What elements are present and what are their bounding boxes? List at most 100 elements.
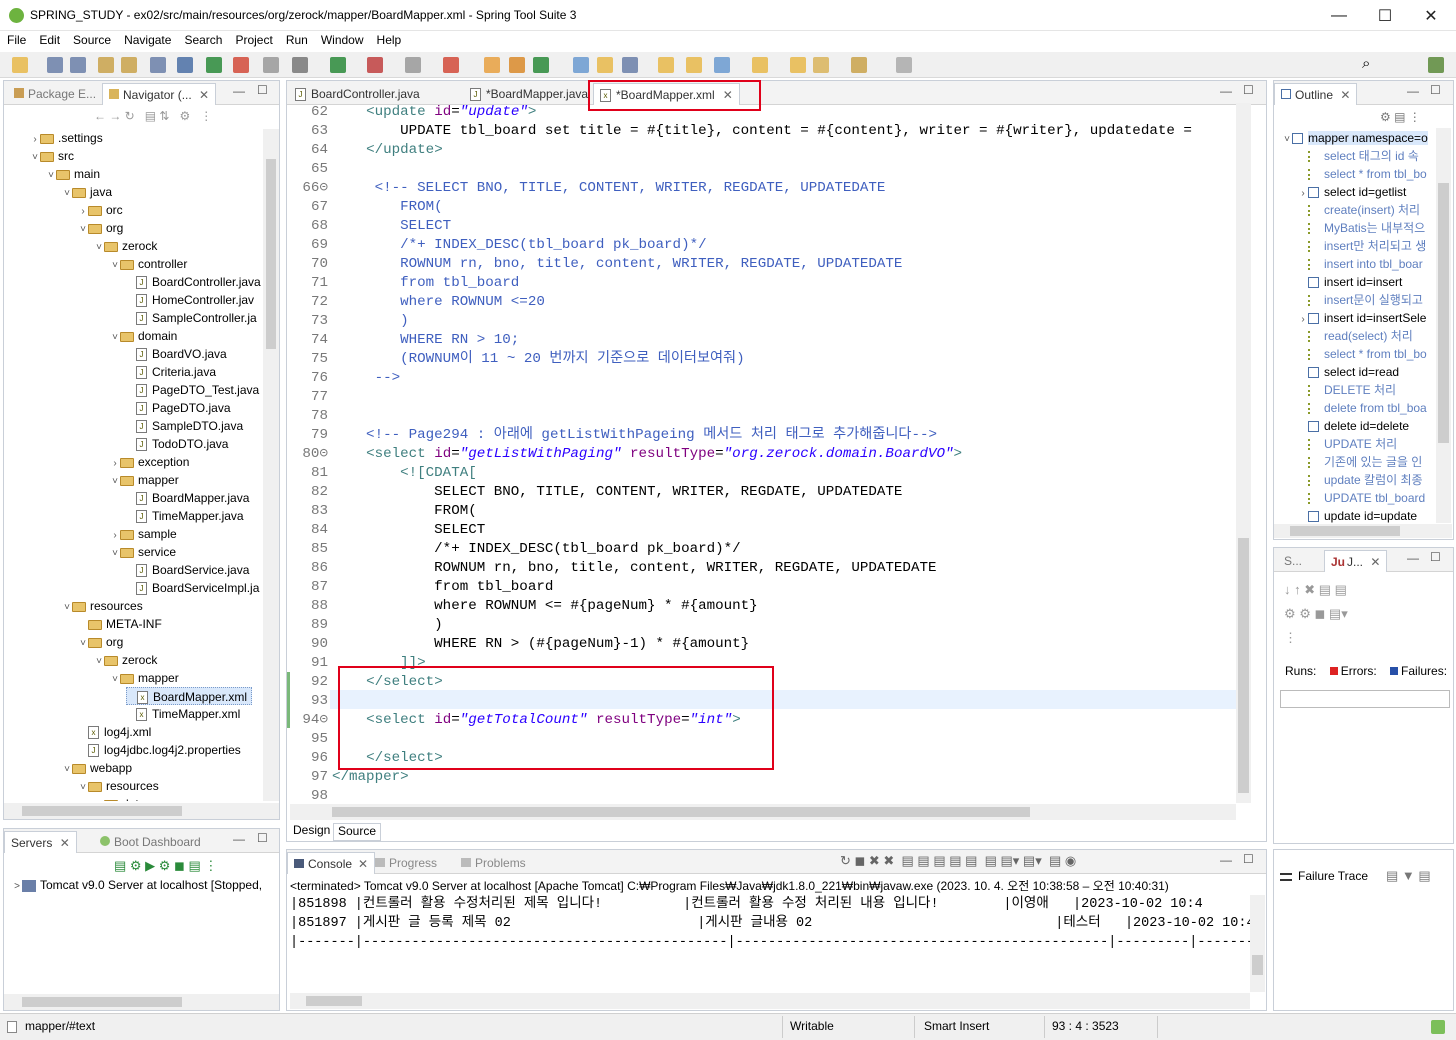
outline-item[interactable]: DELETE 처리 bbox=[1298, 381, 1396, 399]
code-line[interactable]: WHERE RN > (#{pageNum}-1) * #{amount} bbox=[332, 635, 749, 654]
toolbar-button-icon[interactable] bbox=[206, 57, 222, 73]
code-line[interactable]: /*+ INDEX_DESC(tbl_board pk_board)*/ bbox=[332, 540, 741, 559]
toolbar-button-icon[interactable] bbox=[177, 57, 193, 73]
tree-item[interactable]: J Criteria.java bbox=[126, 363, 216, 381]
toolbar-button-icon[interactable] bbox=[263, 57, 279, 73]
maximize-editor-icon[interactable]: ☐ bbox=[1243, 83, 1254, 97]
maximize-view-icon[interactable]: ☐ bbox=[1430, 83, 1441, 97]
chevron-icon[interactable]: ˅ bbox=[30, 149, 40, 167]
code-line[interactable]: where ROWNUM <= #{pageNum} * #{amount} bbox=[332, 597, 758, 616]
outline-item[interactable]: insert id=insert bbox=[1298, 273, 1402, 291]
close-icon[interactable]: ✕ bbox=[358, 857, 368, 871]
toolbar-button-icon[interactable] bbox=[292, 57, 308, 73]
toolbar-button-icon[interactable] bbox=[790, 57, 806, 73]
menu-navigate[interactable]: Navigate bbox=[117, 31, 177, 47]
toolbar-button-icon[interactable] bbox=[622, 57, 638, 73]
tree-item[interactable]: J BoardVO.java bbox=[126, 345, 227, 363]
chevron-icon[interactable]: ˅ bbox=[78, 779, 88, 797]
code-line[interactable]: <!-- Page294 : 아래에 getListWithPageing 메서… bbox=[332, 426, 937, 445]
chevron-icon[interactable]: ˅ bbox=[1282, 131, 1292, 149]
menu-file[interactable]: File bbox=[0, 31, 32, 47]
servers-hscrollbar[interactable] bbox=[4, 994, 279, 1010]
tree-item[interactable]: ˅ zerock bbox=[94, 237, 157, 255]
outline-item[interactable]: UPDATE 처리 bbox=[1298, 435, 1397, 453]
menu-source[interactable]: Source bbox=[66, 31, 117, 47]
tree-item[interactable]: › .settings bbox=[30, 129, 102, 147]
tab-console[interactable]: Console ✕ bbox=[287, 852, 376, 874]
tree-item[interactable]: META-INF bbox=[78, 615, 162, 633]
minimize-view-icon[interactable]: — bbox=[1220, 853, 1232, 867]
tree-item-selected[interactable]: x BoardMapper.xml bbox=[126, 687, 253, 705]
menu-project[interactable]: Project bbox=[228, 31, 278, 47]
tree-item[interactable]: J PageDTO.java bbox=[126, 399, 231, 417]
outline-item[interactable]: insert만 처리되고 생 bbox=[1298, 237, 1426, 255]
toolbar-button-icon[interactable] bbox=[47, 57, 63, 73]
outline-item[interactable]: UPDATE tbl_board bbox=[1298, 489, 1425, 507]
outline-hscrollbar[interactable] bbox=[1274, 524, 1452, 538]
status-insert-mode[interactable]: Smart Insert bbox=[924, 1019, 989, 1033]
tree-item[interactable]: ˅ resources bbox=[62, 597, 143, 615]
outline-vscrollbar[interactable] bbox=[1436, 128, 1451, 523]
code-line[interactable]: from tbl_board bbox=[332, 274, 519, 293]
tree-item[interactable]: J SampleController.ja bbox=[126, 309, 257, 327]
tree-item[interactable]: J BoardMapper.java bbox=[126, 489, 249, 507]
tab-navigator[interactable]: Navigator (... ✕ bbox=[102, 83, 217, 105]
toolbar-button-icon[interactable] bbox=[98, 57, 114, 73]
outline-item[interactable]: select * from tbl_bo bbox=[1298, 345, 1427, 363]
toolbar-button-icon[interactable] bbox=[597, 57, 613, 73]
menu-run[interactable]: Run bbox=[279, 31, 314, 47]
editor-vscrollbar[interactable] bbox=[1236, 103, 1251, 803]
code-line[interactable]: FROM( bbox=[332, 502, 477, 521]
tree-hscrollbar[interactable] bbox=[4, 803, 279, 819]
tree-item[interactable]: ˅ controller bbox=[110, 255, 187, 273]
tree-item[interactable]: ˅ java bbox=[62, 183, 112, 201]
tree-item[interactable]: ˅ mapper bbox=[110, 471, 179, 489]
tree-item[interactable]: x log4j.xml bbox=[78, 723, 151, 741]
chevron-icon[interactable]: ˅ bbox=[94, 653, 104, 671]
code-line[interactable]: (ROWNUM이 11 ~ 20 번까지 기준으로 데이터보여줘) bbox=[332, 350, 745, 369]
chevron-icon[interactable]: ˅ bbox=[46, 167, 56, 185]
tree-item[interactable]: ˅ src bbox=[30, 147, 74, 165]
tab-servers[interactable]: Servers ✕ bbox=[4, 831, 77, 853]
toolbar-button-icon[interactable] bbox=[405, 57, 421, 73]
code-line[interactable]: <update id="update"> bbox=[332, 103, 536, 122]
console-hscrollbar[interactable] bbox=[290, 993, 1250, 1009]
tab-spring[interactable]: S... bbox=[1278, 550, 1308, 572]
maximize-view-icon[interactable]: ☐ bbox=[1430, 550, 1441, 564]
tab-problems[interactable]: Problems bbox=[455, 852, 532, 874]
code-line[interactable]: SELECT BNO, TITLE, CONTENT, WRITER, REGD… bbox=[332, 483, 902, 502]
search-icon[interactable]: ⌕ bbox=[1362, 55, 1370, 72]
code-line[interactable]: SELECT bbox=[332, 521, 485, 540]
tree-item[interactable]: x TimeMapper.xml bbox=[126, 705, 240, 723]
tab-boot-dashboard[interactable]: Boot Dashboard bbox=[94, 831, 207, 853]
code-line[interactable]: </update> bbox=[332, 141, 443, 160]
code-line[interactable]: ROWNUM rn, bno, title, content, WRITER, … bbox=[332, 255, 902, 274]
outline-root[interactable]: ˅ mapper namespace=o bbox=[1282, 129, 1428, 147]
code-line[interactable]: /*+ INDEX_DESC(tbl_board pk_board)*/ bbox=[332, 236, 707, 255]
toolbar-button-icon[interactable] bbox=[533, 57, 549, 73]
tree-scrollbar[interactable] bbox=[263, 129, 279, 801]
tab-progress[interactable]: Progress bbox=[369, 852, 443, 874]
toolbar-button-icon[interactable] bbox=[70, 57, 86, 73]
tab-outline[interactable]: Outline ✕ bbox=[1274, 83, 1358, 105]
minimize-view-icon[interactable]: — bbox=[1407, 84, 1419, 98]
outline-item[interactable]: select id=read bbox=[1298, 363, 1399, 381]
tree-item[interactable]: › exception bbox=[110, 453, 189, 471]
tree-item[interactable]: › sample bbox=[110, 525, 176, 543]
maximize-button[interactable]: ☐ bbox=[1362, 0, 1408, 31]
tree-item[interactable]: ˅ org bbox=[78, 633, 123, 651]
chevron-icon[interactable]: ˅ bbox=[78, 635, 88, 653]
close-icon[interactable]: ✕ bbox=[1370, 555, 1380, 569]
outline-item[interactable]: MyBatis는 내부적으 bbox=[1298, 219, 1425, 237]
toolbar-button-icon[interactable] bbox=[1428, 57, 1444, 73]
tab-source[interactable]: Source bbox=[333, 823, 382, 841]
tree-item[interactable]: Jlog4jdbc.log4j2.properties bbox=[78, 741, 241, 759]
close-window-button[interactable]: ✕ bbox=[1408, 0, 1454, 31]
tree-item[interactable]: J TimeMapper.java bbox=[126, 507, 244, 525]
toolbar-button-icon[interactable] bbox=[367, 57, 383, 73]
outline-item[interactable]: delete from tbl_boa bbox=[1298, 399, 1427, 417]
outline-item[interactable]: select 태그의 id 속 bbox=[1298, 147, 1419, 165]
tree-item[interactable]: ˅ service bbox=[110, 543, 176, 561]
outline-item[interactable]: 기존에 있는 글을 인 bbox=[1298, 453, 1422, 471]
tree-item[interactable]: ˅ resources bbox=[78, 777, 159, 795]
